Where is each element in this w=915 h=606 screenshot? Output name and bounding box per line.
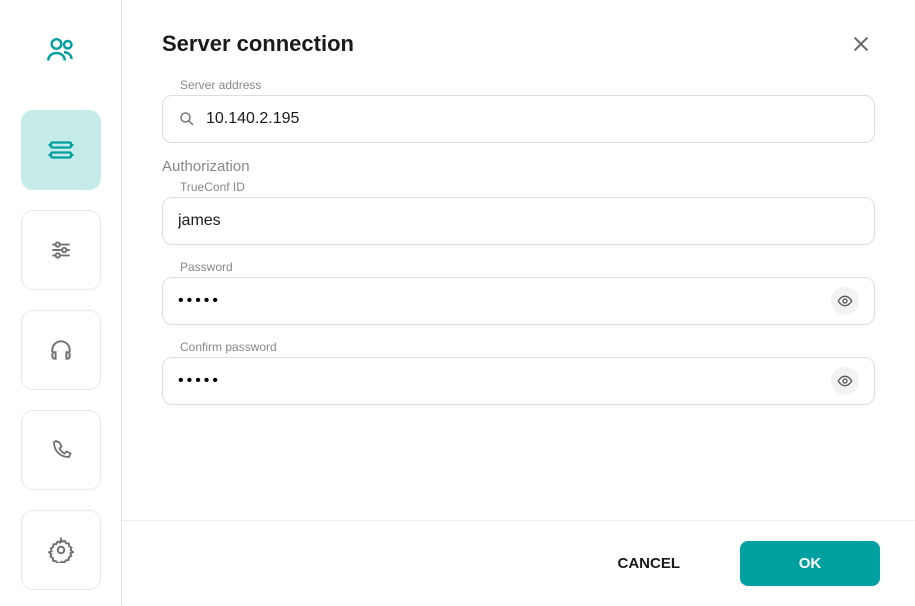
sidebar-item-phone[interactable] [21,410,101,490]
close-icon [850,33,872,55]
password-row[interactable]: ••••• [162,277,875,325]
confirm-password-label: Confirm password [180,340,875,354]
form-content: Server address Authorization TrueConf ID… [122,78,915,520]
server-address-input[interactable] [206,110,859,128]
dialog-header: Server connection [122,0,915,78]
confirm-password-visibility-toggle[interactable] [831,367,859,395]
confirm-password-group: Confirm password ••••• [162,340,875,405]
trueconf-id-input[interactable] [178,212,859,230]
main-panel: Server connection Server address Authori… [122,0,915,606]
confirm-password-input[interactable]: ••••• [178,372,831,390]
server-address-label: Server address [180,78,875,92]
server-address-row[interactable] [162,95,875,143]
password-input[interactable]: ••••• [178,292,831,310]
authorization-section-label: Authorization [162,158,875,175]
server-address-group: Server address [162,78,875,143]
password-visibility-toggle[interactable] [831,287,859,315]
trueconf-id-group: TrueConf ID [162,180,875,245]
confirm-password-row[interactable]: ••••• [162,357,875,405]
dialog-footer: CANCEL OK [122,520,915,606]
eye-icon [837,373,853,389]
sidebar-item-server[interactable] [21,110,101,190]
eye-icon [837,293,853,309]
sidebar-item-sliders[interactable] [21,210,101,290]
sidebar-item-settings[interactable] [21,510,101,590]
users-icon [41,30,81,70]
ok-button[interactable]: OK [740,541,880,586]
password-group: Password ••••• [162,260,875,325]
trueconf-id-label: TrueConf ID [180,180,875,194]
dialog-title: Server connection [162,31,354,57]
sidebar [0,0,122,606]
close-button[interactable] [847,30,875,58]
cancel-button[interactable]: CANCEL [598,543,701,584]
trueconf-id-row[interactable] [162,197,875,245]
search-icon [178,110,196,128]
password-label: Password [180,260,875,274]
sidebar-item-audio[interactable] [21,310,101,390]
